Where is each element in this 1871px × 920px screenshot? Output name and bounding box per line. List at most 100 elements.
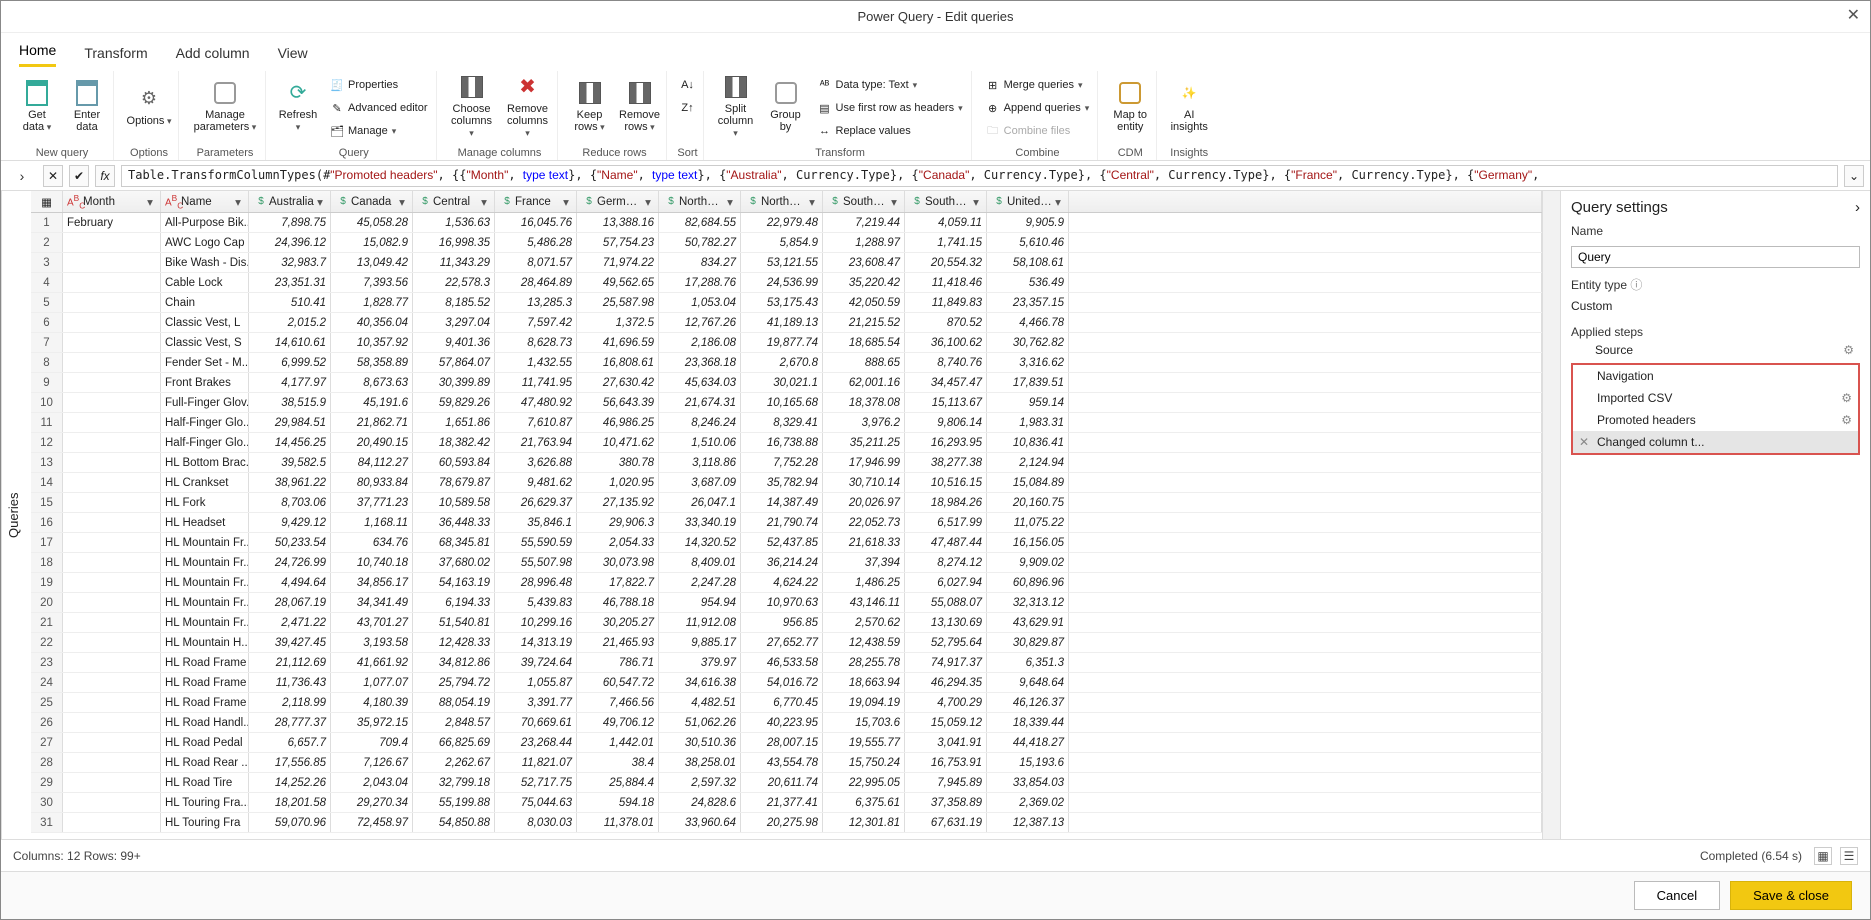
queries-panel-tab[interactable]: Queries	[1, 191, 31, 839]
advanced-editor-button[interactable]: ✎Advanced editor	[326, 97, 432, 119]
column-header-southwest[interactable]: $Southwest▾	[905, 191, 987, 212]
column-header-southeast[interactable]: $Southeast▾	[823, 191, 905, 212]
column-header-month[interactable]: ABCMonth▾	[63, 191, 161, 212]
table-row[interactable]: 12Half-Finger Glo...14,456.2520,490.1518…	[31, 433, 1542, 453]
manage-parameters-button[interactable]: Manage parameters	[189, 71, 261, 141]
table-row[interactable]: 27HL Road Pedal6,657.7709.466,825.6923,2…	[31, 733, 1542, 753]
table-row[interactable]: 16HL Headset9,429.121,168.1136,448.3335,…	[31, 513, 1542, 533]
column-header-name[interactable]: ABCName▾	[161, 191, 249, 212]
sort-desc-button[interactable]: Z↑	[677, 97, 699, 119]
tab-transform[interactable]: Transform	[84, 45, 147, 67]
table-row[interactable]: 22HL Mountain H...39,427.453,193.5812,42…	[31, 633, 1542, 653]
table-row[interactable]: 23HL Road Frame ...21,112.6941,661.9234,…	[31, 653, 1542, 673]
table-row[interactable]: 5Chain510.411,828.778,185.5213,285.325,5…	[31, 293, 1542, 313]
refresh-icon: ⟳	[284, 79, 312, 107]
query-name-input[interactable]	[1571, 246, 1860, 268]
cancel-button[interactable]: Cancel	[1634, 881, 1720, 910]
step-delete-icon[interactable]: ✕	[1579, 435, 1591, 449]
table-row[interactable]: 3Bike Wash - Dis...32,983.713,049.4211,3…	[31, 253, 1542, 273]
options-button[interactable]: ⚙ Options	[124, 71, 174, 141]
table-view-icon[interactable]: ▦	[1814, 847, 1832, 865]
group-by-button[interactable]: Group by	[764, 71, 808, 141]
append-queries-button[interactable]: ⊕Append queries	[982, 97, 1094, 119]
column-header-australia[interactable]: $Australia▾	[249, 191, 331, 212]
properties-button[interactable]: 🧾Properties	[326, 74, 432, 96]
table-row[interactable]: 31HL Touring Fra59,070.9672,458.9754,850…	[31, 813, 1542, 833]
column-header-germany[interactable]: $Germany▾	[577, 191, 659, 212]
table-row[interactable]: 7Classic Vest, S14,610.6110,357.929,401.…	[31, 333, 1542, 353]
merge-queries-button[interactable]: ⊞Merge queries	[982, 74, 1094, 96]
sort-asc-button[interactable]: A↓	[677, 74, 699, 96]
split-column-button[interactable]: Split column	[714, 71, 758, 141]
enter-data-button[interactable]: Enter data	[65, 71, 109, 141]
table-row[interactable]: 8Fender Set - M...6,999.5258,358.8957,86…	[31, 353, 1542, 373]
applied-step[interactable]: Source⚙	[1571, 339, 1860, 361]
info-icon[interactable]: ⓘ	[1630, 278, 1642, 292]
tab-add-column[interactable]: Add column	[176, 45, 250, 67]
formula-cancel-icon[interactable]: ✕	[43, 165, 63, 187]
refresh-button[interactable]: ⟳ Refresh	[276, 71, 320, 141]
table-row[interactable]: 11Half-Finger Glo...29,984.5121,862.711,…	[31, 413, 1542, 433]
column-header-france[interactable]: $France▾	[495, 191, 577, 212]
formula-input[interactable]: Table.TransformColumnTypes(#"Promoted he…	[121, 165, 1838, 187]
table-row[interactable]: 24HL Road Frame ...11,736.431,077.0725,7…	[31, 673, 1542, 693]
column-header-central[interactable]: $Central▾	[413, 191, 495, 212]
window-close-icon[interactable]: ✕	[1847, 5, 1860, 25]
formula-fx-icon[interactable]: fx	[95, 165, 115, 187]
ai-insights-button[interactable]: ✨ AI insights	[1167, 71, 1211, 141]
table-row[interactable]: 25HL Road Frame ...2,118.994,180.3988,05…	[31, 693, 1542, 713]
column-header-canada[interactable]: $Canada▾	[331, 191, 413, 212]
table-row[interactable]: 13HL Bottom Brac...39,582.584,112.2760,5…	[31, 453, 1542, 473]
keep-rows-button[interactable]: Keep rows	[568, 71, 612, 141]
table-row[interactable]: 19HL Mountain Fr...4,494.6434,856.1754,1…	[31, 573, 1542, 593]
replace-values-button[interactable]: ↔Replace values	[814, 120, 967, 142]
table-row[interactable]: 15HL Fork8,703.0637,771.2310,589.5826,62…	[31, 493, 1542, 513]
queries-expand-icon[interactable]: ›	[7, 168, 37, 184]
table-row[interactable]: 30HL Touring Fra...18,201.5829,270.3455,…	[31, 793, 1542, 813]
data-type-button[interactable]: ᴬᴮData type: Text	[814, 74, 967, 96]
table-row[interactable]: 4Cable Lock23,351.317,393.5622,578.328,4…	[31, 273, 1542, 293]
settings-expand-icon[interactable]: ›	[1855, 199, 1860, 216]
table-row[interactable]: 28HL Road Rear ...17,556.857,126.672,262…	[31, 753, 1542, 773]
table-row[interactable]: 20HL Mountain Fr...28,067.1934,341.496,1…	[31, 593, 1542, 613]
save-close-button[interactable]: Save & close	[1730, 881, 1852, 910]
grid-body[interactable]: 1FebruaryAll-Purpose Bik...7,898.7545,05…	[31, 213, 1542, 839]
table-row[interactable]: 9Front Brakes4,177.978,673.6330,399.8911…	[31, 373, 1542, 393]
query-settings-panel: Query settings › Name Entity type ⓘ Cust…	[1560, 191, 1870, 839]
table-row[interactable]: 18HL Mountain Fr...24,726.9910,740.1837,…	[31, 553, 1542, 573]
table-row[interactable]: 2AWC Logo Cap24,396.1215,082.916,998.355…	[31, 233, 1542, 253]
applied-step[interactable]: Imported CSV⚙	[1573, 387, 1858, 409]
formula-expand-icon[interactable]: ⌄	[1844, 165, 1864, 187]
table-row[interactable]: 26HL Road Handl...28,777.3735,972.152,84…	[31, 713, 1542, 733]
table-row[interactable]: 21HL Mountain Fr...2,471.2243,701.2751,5…	[31, 613, 1542, 633]
table-row[interactable]: 14HL Crankset38,961.2280,933.8478,679.87…	[31, 473, 1542, 493]
get-data-button[interactable]: Get data	[15, 71, 59, 141]
vertical-scrollbar[interactable]	[1542, 191, 1560, 839]
step-gear-icon[interactable]: ⚙	[1841, 391, 1852, 405]
schema-view-icon[interactable]: ☰	[1840, 847, 1858, 865]
first-row-headers-button[interactable]: ▤Use first row as headers	[814, 97, 967, 119]
column-header-northwest[interactable]: $Northwest▾	[741, 191, 823, 212]
table-row[interactable]: 17HL Mountain Fr...50,233.54634.7668,345…	[31, 533, 1542, 553]
manage-query-button[interactable]: 🗂Manage	[326, 120, 432, 142]
map-to-entity-button[interactable]: Map to entity	[1108, 71, 1152, 141]
remove-columns-button[interactable]: ✖ Remove columns	[503, 71, 553, 141]
applied-step[interactable]: Navigation	[1573, 365, 1858, 387]
tab-home[interactable]: Home	[19, 42, 56, 67]
column-header-northeast[interactable]: $Northeast▾	[659, 191, 741, 212]
applied-step[interactable]: ✕Changed column t...	[1573, 431, 1858, 453]
table-row[interactable]: 10Full-Finger Glov...38,515.945,191.659,…	[31, 393, 1542, 413]
remove-rows-button[interactable]: Remove rows	[618, 71, 662, 141]
sort-asc-icon: A↓	[681, 78, 695, 92]
column-header-united-kingdom[interactable]: $United Kingdom▾	[987, 191, 1069, 212]
table-row[interactable]: 1FebruaryAll-Purpose Bik...7,898.7545,05…	[31, 213, 1542, 233]
choose-columns-button[interactable]: Choose columns	[447, 71, 497, 141]
tab-view[interactable]: View	[278, 45, 308, 67]
formula-commit-icon[interactable]: ✔	[69, 165, 89, 187]
table-menu-icon[interactable]: ▦	[31, 191, 63, 212]
applied-step[interactable]: Promoted headers⚙	[1573, 409, 1858, 431]
table-row[interactable]: 6Classic Vest, L2,015.240,356.043,297.04…	[31, 313, 1542, 333]
table-row[interactable]: 29HL Road Tire14,252.262,043.0432,799.18…	[31, 773, 1542, 793]
step-gear-icon[interactable]: ⚙	[1841, 413, 1852, 427]
step-gear-icon[interactable]: ⚙	[1843, 343, 1854, 357]
